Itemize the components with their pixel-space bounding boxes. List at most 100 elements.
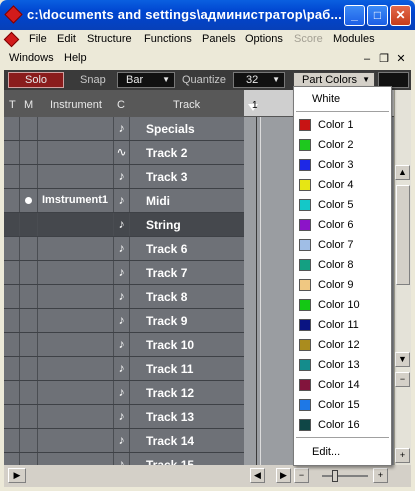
solo-button[interactable]: Solo [8, 72, 64, 88]
menu-structure[interactable]: Structure [87, 33, 132, 45]
menu-item-color[interactable]: Color 7 [294, 235, 391, 255]
menu-item-color[interactable]: Color 9 [294, 275, 391, 295]
zoom-knob[interactable] [332, 470, 338, 482]
hzoom-in-button[interactable]: + [373, 468, 388, 483]
instrument-cell[interactable] [38, 165, 114, 188]
track-row[interactable]: ♪ Track 15 [4, 453, 244, 465]
minimize-button[interactable]: _ [344, 5, 365, 26]
menu-panels[interactable]: Panels [202, 33, 236, 45]
track-t-cell[interactable] [4, 141, 20, 164]
track-row[interactable]: ♪ Track 9 [4, 309, 244, 333]
header-m[interactable]: M [24, 99, 33, 111]
mdi-minimize-button[interactable]: – [360, 53, 374, 65]
menu-item-color[interactable]: Color 2 [294, 135, 391, 155]
track-row[interactable]: ♪ Track 14 [4, 429, 244, 453]
track-class-icon[interactable]: ♪ [114, 165, 130, 188]
track-class-icon[interactable]: ♪ [114, 381, 130, 404]
mute-cell[interactable] [20, 381, 38, 404]
track-t-cell[interactable] [4, 333, 20, 356]
menu-item-color[interactable]: Color 8 [294, 255, 391, 275]
menu-edit[interactable]: Edit [57, 33, 76, 45]
menu-item-color[interactable]: Color 5 [294, 195, 391, 215]
mute-cell[interactable] [20, 309, 38, 332]
snap-dropdown[interactable]: Bar ▼ [117, 72, 175, 88]
mdi-restore-button[interactable]: ❐ [377, 53, 391, 65]
instrument-cell[interactable] [38, 381, 114, 404]
track-row[interactable]: ♪ String [4, 213, 244, 237]
track-t-cell[interactable] [4, 309, 20, 332]
track-t-cell[interactable] [4, 285, 20, 308]
track-class-icon[interactable]: ♪ [114, 429, 130, 452]
track-t-cell[interactable] [4, 165, 20, 188]
track-row[interactable]: ∿ Track 2 [4, 141, 244, 165]
header-track[interactable]: Track [173, 99, 200, 111]
mute-cell[interactable] [20, 117, 38, 140]
header-instrument[interactable]: Instrument [50, 99, 102, 111]
menu-item-color[interactable]: Color 11 [294, 315, 391, 335]
scroll-up-button[interactable]: ▲ [395, 165, 410, 180]
track-class-icon[interactable]: ♪ [114, 117, 130, 140]
menu-modules[interactable]: Modules [333, 33, 375, 45]
track-row[interactable]: ♪ Midi Imstrument1 [4, 189, 244, 213]
instrument-cell[interactable] [38, 357, 114, 380]
track-class-icon[interactable]: ♪ [114, 261, 130, 284]
track-class-icon[interactable]: ♪ [114, 309, 130, 332]
track-row[interactable]: ♪ Track 6 [4, 237, 244, 261]
track-t-cell[interactable] [4, 237, 20, 260]
track-class-icon[interactable]: ♪ [114, 357, 130, 380]
menu-item-white[interactable]: White [312, 93, 340, 105]
scroll-down-button[interactable]: ▼ [395, 352, 410, 367]
track-row[interactable]: ♪ Track 13 [4, 405, 244, 429]
track-row[interactable]: ♪ Track 7 [4, 261, 244, 285]
track-class-icon[interactable]: ♪ [114, 213, 130, 236]
app-logo-icon[interactable] [4, 5, 23, 24]
menu-item-color[interactable]: Color 13 [294, 355, 391, 375]
menu-item-edit[interactable]: Edit... [312, 446, 340, 458]
track-class-icon[interactable]: ♪ [114, 405, 130, 428]
menu-options[interactable]: Options [245, 33, 283, 45]
instrument-cell[interactable] [38, 117, 114, 140]
track-row[interactable]: ♪ Specials [4, 117, 244, 141]
mute-cell[interactable] [20, 237, 38, 260]
track-t-cell[interactable] [4, 405, 20, 428]
instrument-cell[interactable] [38, 405, 114, 428]
instrument-cell[interactable] [38, 141, 114, 164]
track-class-icon[interactable]: ♪ [114, 285, 130, 308]
quantize-dropdown[interactable]: 32 ▼ [233, 72, 285, 88]
mute-cell[interactable] [20, 261, 38, 284]
menu-help[interactable]: Help [64, 52, 87, 64]
menu-item-color[interactable]: Color 1 [294, 115, 391, 135]
track-class-icon[interactable]: ∿ [114, 141, 130, 164]
track-t-cell[interactable] [4, 189, 20, 212]
instrument-cell[interactable] [38, 333, 114, 356]
close-button[interactable]: ✕ [390, 5, 411, 26]
mute-cell[interactable] [20, 285, 38, 308]
mute-cell[interactable] [20, 429, 38, 452]
track-t-cell[interactable] [4, 213, 20, 236]
menu-file[interactable]: File [29, 33, 47, 45]
mute-cell[interactable] [20, 357, 38, 380]
track-t-cell[interactable] [4, 261, 20, 284]
menu-item-color[interactable]: Color 12 [294, 335, 391, 355]
track-row[interactable]: ♪ Track 11 [4, 357, 244, 381]
instrument-cell[interactable] [38, 261, 114, 284]
track-t-cell[interactable] [4, 453, 20, 465]
header-c[interactable]: C [117, 99, 125, 111]
track-t-cell[interactable] [4, 429, 20, 452]
instrument-cell[interactable] [38, 429, 114, 452]
hzoom-out-button[interactable]: − [294, 468, 309, 483]
track-row[interactable]: ♪ Track 3 [4, 165, 244, 189]
scroll-right-button[interactable]: ▶ [276, 468, 291, 483]
instrument-cell[interactable] [38, 309, 114, 332]
menu-functions[interactable]: Functions [144, 33, 192, 45]
document-icon[interactable] [3, 31, 20, 48]
mute-dot-icon[interactable] [25, 197, 32, 204]
track-t-cell[interactable] [4, 357, 20, 380]
menu-item-color[interactable]: Color 3 [294, 155, 391, 175]
menu-item-color[interactable]: Color 14 [294, 375, 391, 395]
vertical-scrollbar[interactable]: ▲ ▼ − + [394, 90, 411, 465]
instrument-cell[interactable] [38, 237, 114, 260]
play-icon[interactable]: ▶ [8, 468, 26, 483]
mute-cell[interactable] [20, 213, 38, 236]
zoom-in-button[interactable]: + [395, 448, 410, 463]
